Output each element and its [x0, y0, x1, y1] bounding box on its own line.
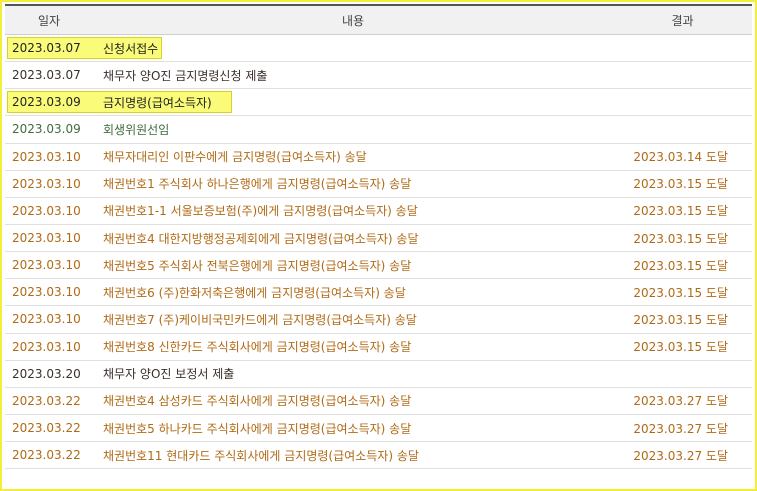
row-date: 2023.03.09	[12, 95, 81, 110]
row-content: 채권번호4 대한지방행정공제회에게 금지명령(급여소득자) 송달	[103, 231, 419, 246]
row-result: 2023.03.15 도달	[633, 258, 728, 273]
row-result: 2023.03.14 도달	[633, 150, 728, 165]
row-content: 채무자 양O진 금지명령신청 제출	[103, 68, 268, 83]
row-result: 2023.03.27 도달	[633, 421, 728, 436]
row-date: 2023.03.10	[12, 203, 81, 218]
row-result: 2023.03.15 도달	[633, 177, 728, 192]
row-content: 채권번호1 주식회사 하나은행에게 금지명령(급여소득자) 송달	[103, 177, 412, 192]
table-row: 2023.03.10 채권번호1-1 서울보증보험(주)에게 금지명령(급여소득자…	[5, 198, 752, 225]
table-row: 2023.03.10 채권번호6 (주)한화저축은행에게 금지명령(급여소득자) …	[5, 279, 752, 307]
row-content: 채권번호4 삼성카드 주식회사에게 금지명령(급여소득자) 송달	[103, 394, 412, 409]
table-row: 2023.03.10 채권번호7 (주)케이비국민카드에게 금지명령(급여소득자)…	[5, 306, 752, 334]
row-content: 금지명령(급여소득자)	[103, 95, 212, 110]
row-date: 2023.03.10	[12, 258, 81, 273]
table-row: 2023.03.10 채권번호1 주식회사 하나은행에게 금지명령(급여소득자) …	[5, 171, 752, 198]
row-content: 채권번호5 하나카드 주식회사에게 금지명령(급여소득자) 송달	[103, 421, 412, 436]
row-date: 2023.03.22	[12, 448, 81, 463]
row-content: 채무자 양O진 보정서 제출	[103, 367, 235, 382]
header-content: 내용	[341, 13, 365, 28]
screenshot-frame: 일자 내용 결과 2023.03.07 신청서접수 2023.03.07 채무자 양O…	[0, 0, 757, 491]
row-content: 채권번호7 (주)케이비국민카드에게 금지명령(급여소득자) 송달	[103, 312, 417, 327]
row-date: 2023.03.10	[12, 176, 81, 191]
header-result: 결과	[671, 13, 694, 28]
table-row: 2023.03.22 채권번호4 삼성카드 주식회사에게 금지명령(급여소득자) …	[5, 388, 752, 415]
table-row: 2023.03.10 채권번호4 대한지방행정공제회에게 금지명령(급여소득자) …	[5, 225, 752, 253]
case-history-table: 일자 내용 결과 2023.03.07 신청서접수 2023.03.07 채무자 양O…	[5, 4, 752, 470]
table-row: 2023.03.07 신청서접수	[5, 35, 752, 63]
row-content: 채권번호11 현대카드 주식회사에게 금지명령(급여소득자) 송달	[103, 448, 419, 463]
row-date: 2023.03.10	[12, 231, 81, 246]
row-content: 회생위원선임	[103, 122, 170, 137]
row-date: 2023.03.22	[12, 421, 81, 436]
row-content: 채권번호6 (주)한화저축은행에게 금지명령(급여소득자) 송달	[103, 285, 406, 300]
row-result: 2023.03.15 도달	[633, 204, 728, 219]
row-date: 2023.03.10	[12, 149, 81, 164]
row-date: 2023.03.07	[12, 68, 81, 83]
row-date: 2023.03.10	[12, 285, 81, 300]
table-header: 일자 내용 결과	[5, 4, 752, 35]
header-date: 일자	[37, 13, 61, 28]
row-result: 2023.03.15 도달	[633, 285, 728, 300]
table-row: 2023.03.22 채권번호5 하나카드 주식회사에게 금지명령(급여소득자) …	[5, 415, 752, 443]
table-row: 2023.03.20 채무자 양O진 보정서 제출	[5, 361, 752, 388]
row-result: 2023.03.15 도달	[633, 312, 728, 327]
row-result: 2023.03.27 도달	[633, 448, 728, 463]
row-date: 2023.03.20	[12, 366, 81, 381]
table-row: 2023.03.10 채무자대리인 이판수에게 금지명령(급여소득자) 송달 202…	[5, 144, 752, 171]
row-content: 채권번호1-1 서울보증보험(주)에게 금지명령(급여소득자) 송달	[103, 204, 418, 219]
table-body: 2023.03.07 신청서접수 2023.03.07 채무자 양O진 금지명령신청 …	[5, 35, 752, 470]
row-content: 채무자대리인 이판수에게 금지명령(급여소득자) 송달	[103, 150, 367, 165]
row-date: 2023.03.09	[12, 122, 81, 137]
table-row: 2023.03.22 채권번호11 현대카드 주식회사에게 금지명령(급여소득자)…	[5, 442, 752, 470]
row-content: 신청서접수	[103, 41, 159, 56]
table-row: 2023.03.09 회생위원선임	[5, 116, 752, 144]
row-result: 2023.03.27 도달	[633, 394, 728, 409]
row-content: 채권번호8 신한카드 주식회사에게 금지명령(급여소득자) 송달	[103, 340, 412, 355]
table-row: 2023.03.09 금지명령(급여소득자)	[5, 89, 752, 117]
table-row: 2023.03.10 채권번호8 신한카드 주식회사에게 금지명령(급여소득자) …	[5, 334, 752, 361]
row-date: 2023.03.22	[12, 393, 81, 408]
row-date: 2023.03.10	[12, 339, 81, 354]
row-content: 채권번호5 주식회사 전북은행에게 금지명령(급여소득자) 송달	[103, 258, 412, 273]
row-result: 2023.03.15 도달	[633, 340, 728, 355]
row-date: 2023.03.10	[12, 312, 81, 327]
table-row: 2023.03.10 채권번호5 주식회사 전북은행에게 금지명령(급여소득자) …	[5, 252, 752, 280]
table-row: 2023.03.07 채무자 양O진 금지명령신청 제출	[5, 62, 752, 90]
row-date: 2023.03.07	[12, 41, 81, 56]
row-result: 2023.03.15 도달	[633, 231, 728, 246]
